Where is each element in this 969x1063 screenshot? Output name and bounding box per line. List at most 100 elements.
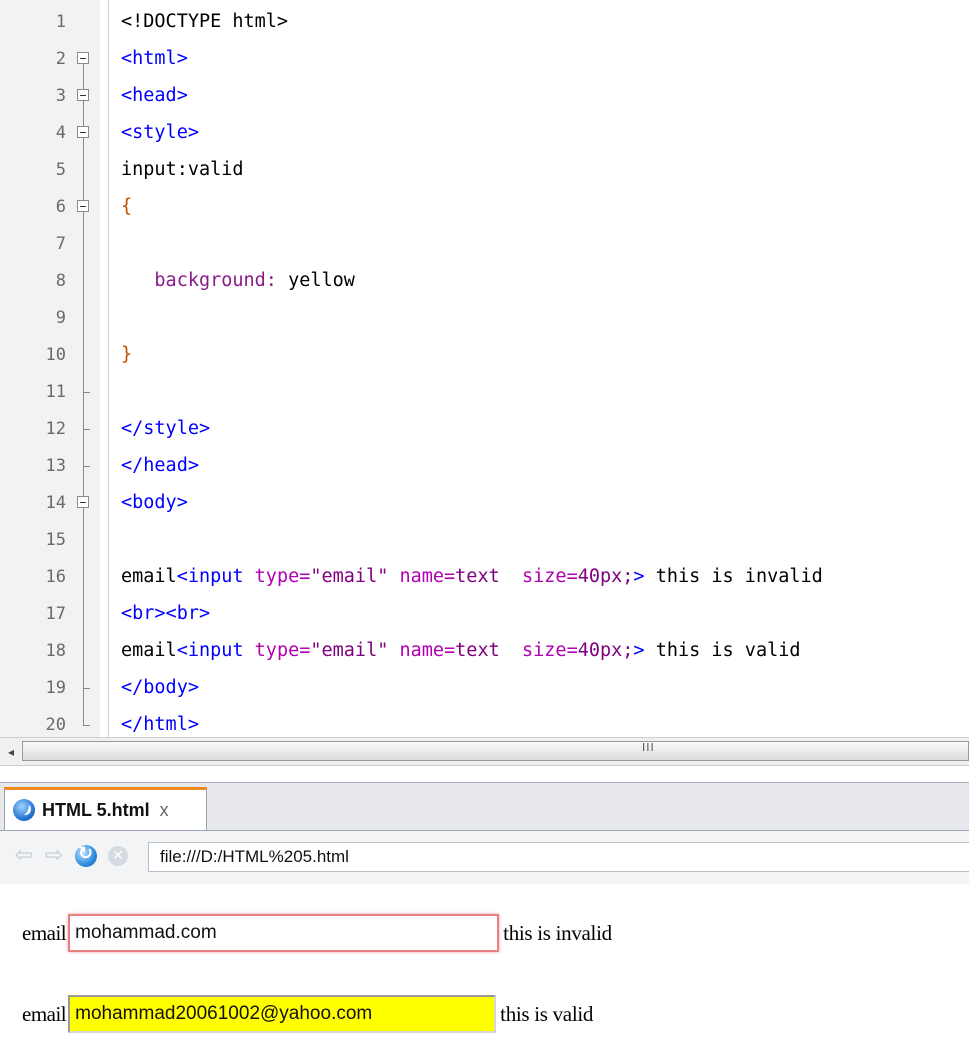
code-line[interactable]: 6{ [0,189,969,226]
code-line[interactable]: 4 <style> [0,115,969,152]
fold-guide [75,559,93,596]
line-number: 17 [45,604,66,624]
code-line[interactable]: 2 <html> [0,41,969,78]
code-token: size= [522,566,578,587]
code-text: input:valid [121,159,244,180]
fold-guide [75,4,93,41]
tab-title: HTML 5.html [42,799,150,820]
code-token: </body> [121,677,199,698]
code-line[interactable]: 8 background: yellow [0,263,969,300]
stop-button[interactable]: ✕ [106,844,130,868]
code-token: <!DOCTYPE html> [121,11,289,32]
code-token: 40px; [577,640,634,661]
code-line[interactable]: 11 [0,374,969,411]
line-number: 14 [45,493,66,513]
line-number: 3 [55,86,66,106]
code-token: { [121,196,133,217]
code-text: </html> [121,714,199,735]
fold-guide [75,152,93,189]
fold-guide [75,226,93,263]
code-line[interactable]: 15 [0,522,969,559]
code-token: this is valid [644,640,801,661]
fold-toggle-icon[interactable] [75,78,93,115]
code-text: } [121,344,132,365]
email-row-invalid: email mohammad.com this is invalid [22,913,612,953]
code-line[interactable]: 10} [0,337,969,374]
line-number: 8 [55,271,66,291]
fold-guide [75,337,93,374]
scroll-left-arrow-icon[interactable]: ◂ [0,738,22,765]
code-token: type= [254,566,311,587]
line-number: 10 [45,345,66,365]
code-text: email<input type="email" name=text size=… [121,640,801,661]
code-text: <html> [121,48,188,69]
code-editor[interactable]: 1 <!DOCTYPE html> 2 <html> 3 <head> 4 <style> 5 i… [0,0,969,737]
line-number: 16 [45,567,66,587]
code-token: email [121,640,177,661]
code-token: </head> [121,455,199,476]
line-number: 5 [55,160,66,180]
code-line[interactable]: 13 </head> [0,448,969,485]
line-number: 12 [45,419,66,439]
stop-icon: ✕ [108,846,128,866]
fold-toggle-icon[interactable] [75,485,93,522]
invalid-caption: this is invalid [503,920,612,945]
code-line[interactable]: 7 [0,226,969,263]
code-token: <input [176,640,255,661]
code-token: > [633,566,645,587]
code-token: name= [388,640,456,661]
email-label: email [22,920,67,945]
tab-close-icon[interactable]: x [160,800,169,821]
valid-caption: this is valid [500,1001,594,1026]
fold-toggle-icon[interactable] [75,41,93,78]
code-line[interactable]: 5 input:valid [0,152,969,189]
code-line[interactable]: 14 <body> [0,485,969,522]
horizontal-scrollbar[interactable]: ◂ III [0,737,969,766]
code-line[interactable]: 18 email<input type="email" name=text siz… [0,633,969,670]
browser-tab-bar: HTML 5.html x [0,782,969,831]
refresh-button[interactable] [74,843,98,868]
code-line[interactable]: 12 </style> [0,411,969,448]
line-number: 7 [55,234,66,254]
code-token: input:valid [121,159,244,180]
code-text: { [121,196,132,217]
fold-guide [75,670,93,707]
code-text: </body> [121,677,199,698]
code-line[interactable]: 1 <!DOCTYPE html> [0,4,969,41]
fold-guide [75,448,93,485]
line-number: 6 [55,197,66,217]
fold-guide [75,633,93,670]
scroll-thumb[interactable] [22,741,969,761]
forward-button[interactable]: ⇨ [42,844,66,868]
code-line[interactable]: 16 email<input type="email" name=text siz… [0,559,969,596]
code-line[interactable]: 17 <br><br> [0,596,969,633]
fold-toggle-icon[interactable] [75,189,93,226]
code-token: text [455,640,500,661]
code-text: email<input type="email" name=text size=… [121,566,823,587]
code-line[interactable]: 20 </html> [0,707,969,737]
rendered-page: email mohammad.com this is invalid email… [0,885,969,1063]
tab-html5[interactable]: HTML 5.html x [4,787,207,830]
code-token: name= [388,566,456,587]
tab-bar-divider [0,782,969,783]
code-token: "email" [310,640,389,661]
line-number: 1 [55,12,66,32]
code-token: <html> [121,48,188,69]
code-line[interactable]: 19 </body> [0,670,969,707]
code-token: } [121,344,133,365]
code-text: <style> [121,122,199,143]
email-input-invalid[interactable]: mohammad.com [68,914,500,952]
fold-toggle-icon[interactable] [75,115,93,152]
code-token: this is invalid [644,566,823,587]
code-token: size= [522,640,578,661]
line-number: 4 [55,123,66,143]
email-row-valid: email mohammad20061002@yahoo.com this is… [22,994,593,1034]
fold-guide [75,300,93,337]
address-bar[interactable]: file:///D:/HTML%205.html [148,842,969,872]
code-text: background: yellow [121,270,355,291]
code-line[interactable]: 3 <head> [0,78,969,115]
email-input-valid[interactable]: mohammad20061002@yahoo.com [68,995,497,1033]
code-line[interactable]: 9 [0,300,969,337]
back-button[interactable]: ⇦ [12,844,36,868]
